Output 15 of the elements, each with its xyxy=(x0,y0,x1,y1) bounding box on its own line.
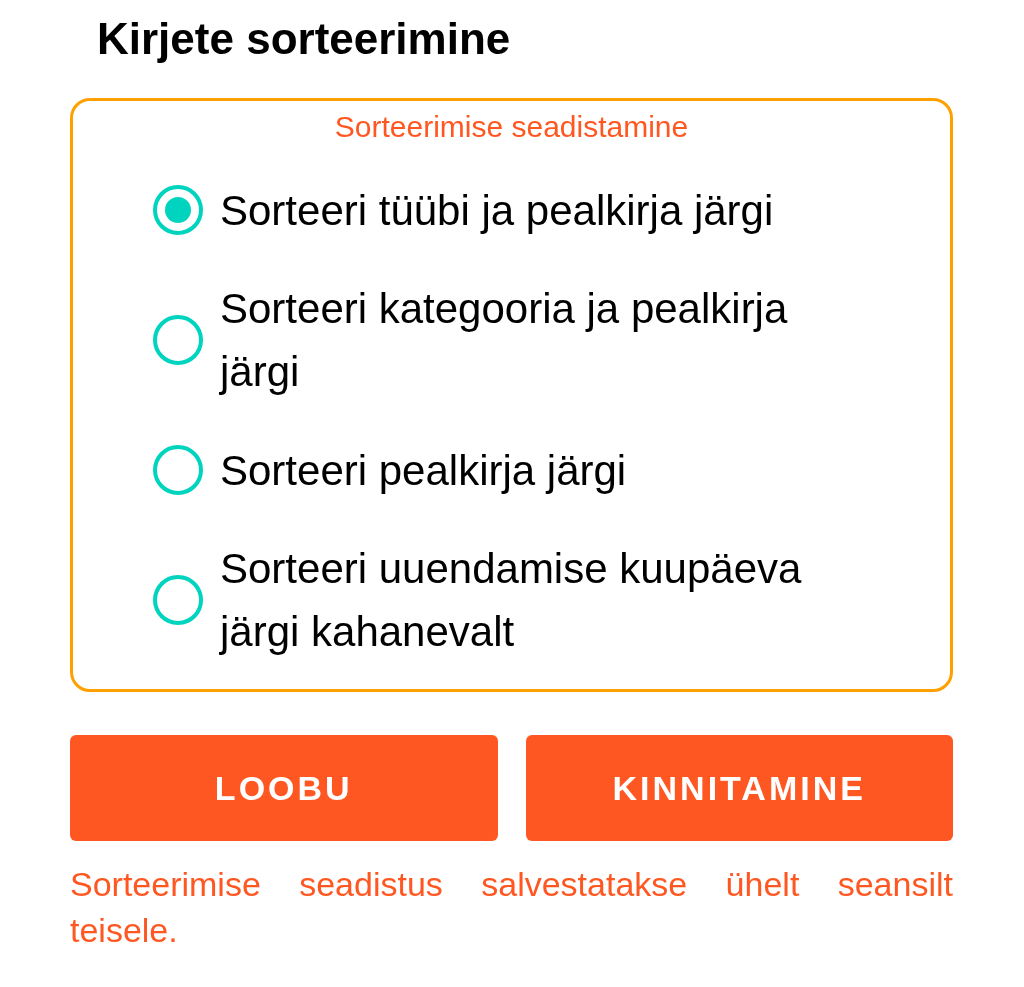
radio-button[interactable] xyxy=(153,185,203,235)
radio-button[interactable] xyxy=(153,575,203,625)
radio-option[interactable]: Sorteeri kategooria ja pealkirja järgi xyxy=(73,277,950,403)
info-note: Sorteerimise seadistus salvestatakse ühelt seansilt teisele. xyxy=(70,864,953,951)
option-label: Sorteeri pealkirja järgi xyxy=(220,445,628,496)
radio-option[interactable]: Sorteeri uuendamise kuupäeva järgi kahanevalt xyxy=(73,537,950,663)
radio-option[interactable]: Sorteeri tüübi ja pealkirja järgi xyxy=(73,151,950,269)
option-label: Sorteeri tüübi ja pealkirja järgi xyxy=(220,185,775,236)
option-label: Sorteeri uuendamise kuupäeva järgi kahanevalt xyxy=(220,544,803,657)
radio-button[interactable] xyxy=(153,315,203,365)
radio-option[interactable]: Sorteeri pealkirja järgi xyxy=(73,411,950,529)
panel-legend: Sorteerimise seadistamine xyxy=(334,107,689,147)
dialog-title: Kirjete sorteerimine xyxy=(97,13,512,65)
option-label: Sorteeri kategooria ja pealkirja järgi xyxy=(220,284,789,397)
radio-button[interactable] xyxy=(153,445,203,495)
